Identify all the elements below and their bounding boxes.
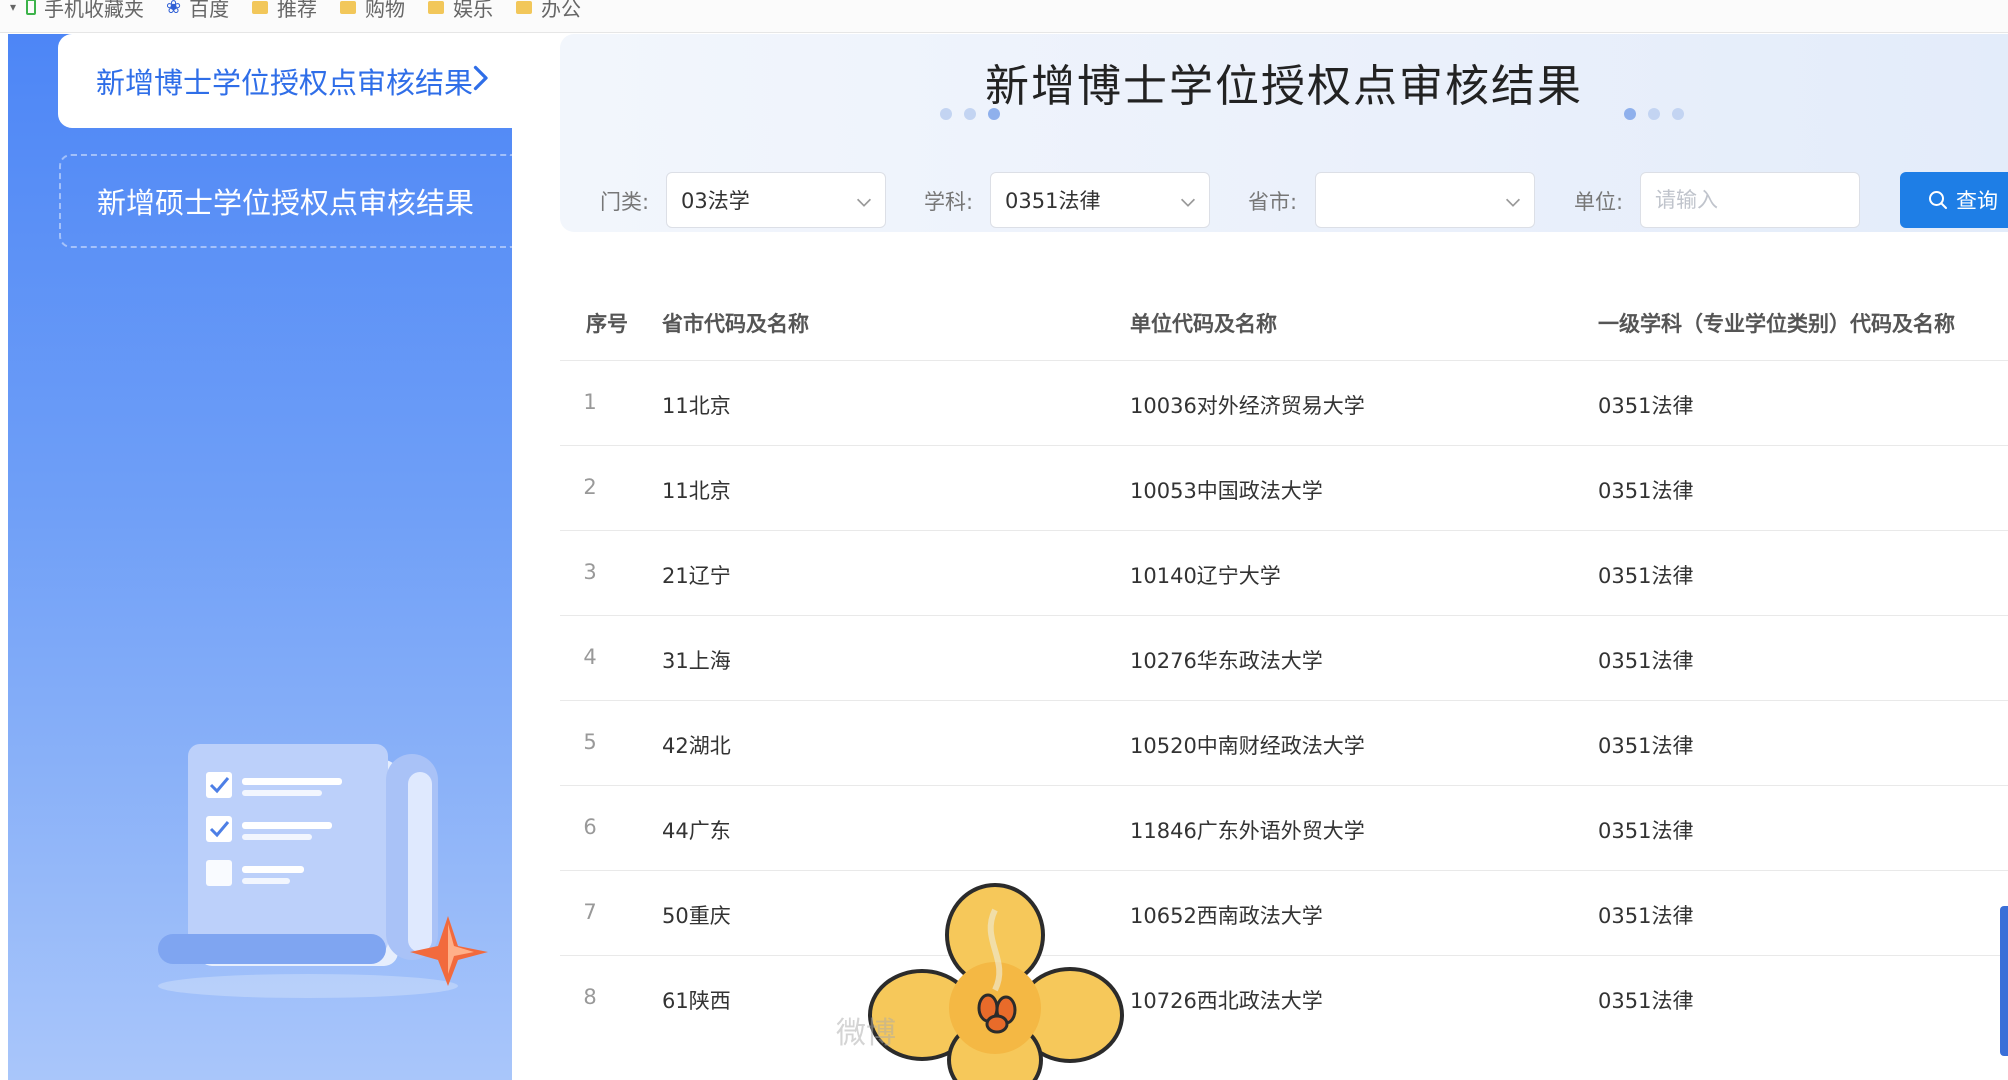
query-button-label: 查询	[1956, 189, 1998, 213]
row-discipline: 0351法律	[1598, 819, 1694, 843]
query-button[interactable]: 查询	[1900, 172, 2008, 228]
row-unit: 10520中南财经政法大学	[1130, 734, 1365, 758]
chevron-down-icon	[1505, 198, 1521, 207]
bookmark-baidu[interactable]: ❀ 百度	[166, 0, 230, 21]
title-dots-right	[1624, 108, 1684, 120]
table-row: 3 21辽宁 10140辽宁大学 0351法律	[560, 530, 2008, 615]
table-row: 8 61陕西 10726西北政法大学 0351法律	[560, 955, 2008, 1040]
baidu-paw-icon: ❀	[166, 0, 182, 18]
row-province: 42湖北	[662, 734, 731, 758]
row-discipline: 0351法律	[1598, 394, 1694, 418]
chevron-right-icon	[473, 65, 488, 91]
sidebar: 新增博士学位授权点审核结果 新增硕士学位授权点审核结果	[8, 34, 512, 1080]
table-row: 4 31上海 10276华东政法大学 0351法律	[560, 615, 2008, 700]
discipline-value: 0351法律	[1005, 189, 1101, 213]
row-discipline: 0351法律	[1598, 649, 1694, 673]
search-icon	[1929, 191, 1947, 209]
row-unit: 11846广东外语外贸大学	[1130, 819, 1365, 843]
bookmark-mobile[interactable]: ▾ 手机收藏夹	[10, 0, 145, 21]
sidebar-item-label: 新增博士学位授权点审核结果	[96, 66, 474, 100]
bookmark-folder-office[interactable]: 办公	[516, 0, 581, 21]
document-checklist-illustration	[158, 744, 488, 998]
row-index: 7	[583, 900, 597, 924]
row-discipline: 0351法律	[1598, 989, 1694, 1013]
row-discipline: 0351法律	[1598, 479, 1694, 503]
folder-icon	[428, 0, 444, 14]
sidebar-item-doctoral[interactable]: 新增博士学位授权点审核结果	[58, 34, 512, 128]
table-header: 序号 省市代码及名称 单位代码及名称 一级学科（专业学位类别）代码及名称	[560, 280, 2008, 360]
category-select[interactable]: 03法学	[666, 172, 886, 228]
table-row: 6 44广东 11846广东外语外贸大学 0351法律	[560, 785, 2008, 870]
folder-icon	[516, 0, 532, 14]
row-province: 21辽宁	[662, 564, 731, 588]
table-row: 5 42湖北 10520中南财经政法大学 0351法律	[560, 700, 2008, 785]
row-index: 2	[583, 475, 597, 499]
row-unit: 10036对外经济贸易大学	[1130, 394, 1365, 418]
phone-icon	[26, 0, 37, 15]
row-province: 44广东	[662, 819, 731, 843]
row-index: 3	[583, 560, 597, 584]
row-province: 31上海	[662, 649, 731, 673]
column-header: 序号	[586, 312, 628, 336]
sidebar-item-label: 新增硕士学位授权点审核结果	[97, 186, 475, 220]
table-row: 1 11北京 10036对外经济贸易大学 0351法律	[560, 360, 2008, 445]
flower-sticker	[868, 883, 1124, 1080]
row-province: 50重庆	[662, 904, 731, 928]
bookmark-folder-entertainment[interactable]: 娱乐	[428, 0, 493, 21]
column-header: 省市代码及名称	[662, 312, 809, 336]
floating-side-tab[interactable]	[2000, 906, 2008, 1056]
folder-icon	[252, 0, 268, 14]
category-label: 门类:	[600, 190, 650, 214]
chevron-down-icon	[1180, 198, 1196, 207]
row-unit: 10276华东政法大学	[1130, 649, 1323, 673]
page-title: 新增博士学位授权点审核结果	[985, 61, 1583, 112]
row-province: 11北京	[662, 479, 731, 503]
bookmark-folder-recommend[interactable]: 推荐	[252, 0, 317, 21]
column-header: 一级学科（专业学位类别）代码及名称	[1598, 312, 1955, 336]
bookmark-label: 手机收藏夹	[44, 0, 145, 21]
chevron-down-icon	[856, 198, 872, 207]
category-value: 03法学	[681, 189, 750, 213]
bookmarks-bar: ▾ 手机收藏夹 ❀ 百度 推荐 购物 娱乐 办公	[0, 0, 2008, 33]
row-province: 61陕西	[662, 989, 731, 1013]
bookmark-label: 娱乐	[453, 0, 493, 21]
row-index: 6	[583, 815, 597, 839]
row-unit: 10053中国政法大学	[1130, 479, 1323, 503]
bookmark-label: 百度	[189, 0, 230, 21]
province-select[interactable]	[1315, 172, 1535, 228]
table-row: 7 50重庆 10652西南政法大学 0351法律	[560, 870, 2008, 955]
unit-input[interactable]	[1640, 172, 1860, 228]
row-index: 5	[583, 730, 597, 754]
unit-label: 单位:	[1574, 190, 1624, 214]
row-index: 1	[583, 390, 597, 414]
filter-panel: 新增博士学位授权点审核结果 门类: 03法学 学科: 0351法律 省市: 单位…	[560, 34, 2008, 232]
column-header: 单位代码及名称	[1130, 312, 1277, 336]
table-body: 1 11北京 10036对外经济贸易大学 0351法律 2 11北京 10053中国政法大学…	[560, 360, 2008, 1040]
bookmark-label: 购物	[365, 0, 405, 21]
row-discipline: 0351法律	[1598, 734, 1694, 758]
row-index: 8	[583, 985, 597, 1009]
row-index: 4	[583, 645, 597, 669]
discipline-select[interactable]: 0351法律	[990, 172, 1210, 228]
bookmark-label: 办公	[541, 0, 581, 21]
bookmark-label: 推荐	[277, 0, 317, 21]
bookmark-folder-shopping[interactable]: 购物	[340, 0, 405, 21]
row-discipline: 0351法律	[1598, 564, 1694, 588]
row-discipline: 0351法律	[1598, 904, 1694, 928]
row-unit: 10140辽宁大学	[1130, 564, 1281, 588]
folder-icon	[340, 0, 356, 14]
weibo-watermark: 微博	[836, 1016, 896, 1051]
caret-down-icon: ▾	[10, 0, 17, 14]
province-label: 省市:	[1248, 190, 1298, 214]
row-province: 11北京	[662, 394, 731, 418]
table-row: 2 11北京 10053中国政法大学 0351法律	[560, 445, 2008, 530]
results-table: 序号 省市代码及名称 单位代码及名称 一级学科（专业学位类别）代码及名称 1 11…	[560, 280, 2008, 1040]
sidebar-item-master[interactable]: 新增硕士学位授权点审核结果	[59, 154, 512, 248]
discipline-label: 学科:	[924, 190, 974, 214]
